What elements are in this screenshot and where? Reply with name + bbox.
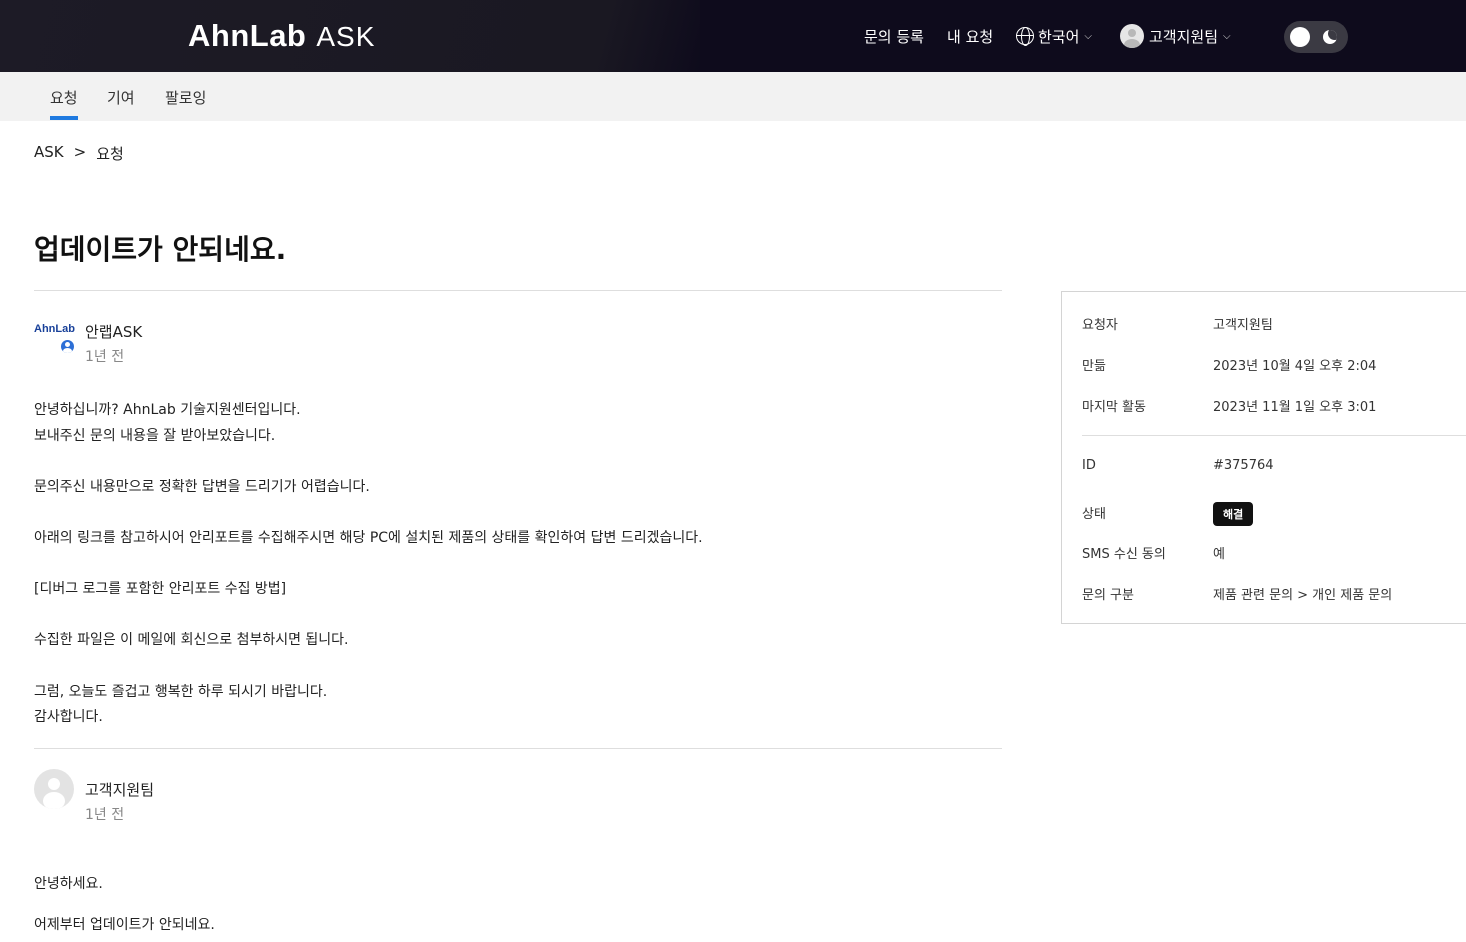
profile-tabs: 요청 기여 팔로잉 (0, 72, 1466, 121)
breadcrumb-separator: > (73, 143, 87, 161)
detail-value: 고객지원팀 (1213, 318, 1273, 333)
comment-text: 문의주신 내용만으로 정확한 답변을 드리기가 어렵습니다. (34, 479, 370, 495)
detail-label: 상태 (1082, 506, 1106, 522)
breadcrumb-current[interactable]: 요청 (96, 143, 124, 164)
page-title: 업데이트가 안되네요. (34, 233, 287, 266)
tab-following[interactable]: 팔로잉 (165, 87, 206, 108)
divider (34, 748, 1002, 749)
comment-text: 보내주신 문의 내용을 잘 받아보았습니다. (34, 428, 276, 444)
comment-text: 그럼, 오늘도 즐겁고 행복한 하루 되시기 바랍니다. (34, 684, 328, 700)
detail-value: 예 (1213, 547, 1225, 562)
moon-icon (1323, 30, 1337, 44)
agent-badge-icon (61, 340, 74, 353)
divider (1082, 435, 1466, 436)
detail-sms-consent: SMS 수신 동의 예 (1082, 543, 1225, 562)
comment-time: 1년 전 (85, 807, 125, 823)
detail-created: 만듦 2023년 10월 4일 오후 2:04 (1082, 355, 1376, 374)
detail-label: 마지막 활동 (1082, 400, 1146, 415)
chevron-down-icon: ⌵ (1223, 30, 1231, 42)
comment-time: 1년 전 (85, 349, 125, 365)
globe-icon (1016, 27, 1034, 46)
language-label: 한국어 (1038, 27, 1080, 46)
user-menu[interactable]: 고객지원팀 ⌵ (1120, 24, 1231, 48)
agent-avatar: AhnLab (34, 323, 75, 335)
submit-request-link[interactable]: 문의 등록 (864, 24, 924, 48)
comment-text: 수집한 파일은 이 메일에 회신으로 첨부하시면 됩니다. (34, 632, 349, 648)
detail-status: 상태 해결 (1082, 498, 1254, 526)
tab-contributions[interactable]: 기여 (107, 87, 135, 108)
detail-value: #375764 (1213, 458, 1274, 473)
detail-label: ID (1082, 458, 1096, 473)
comment-text: 안녕하십니까? AhnLab 기술지원센터입니다. (34, 402, 301, 418)
divider (34, 290, 1002, 291)
detail-label: 문의 구분 (1082, 588, 1134, 603)
site-logo[interactable]: AhnLab ASK (188, 18, 375, 54)
detail-category: 문의 구분 제품 관련 문의 > 개인 제품 문의 (1082, 584, 1392, 603)
user-name: 고객지원팀 (1149, 27, 1219, 46)
user-avatar-icon (1120, 24, 1144, 48)
request-details-panel: 요청자 고객지원팀 만듦 2023년 10월 4일 오후 2:04 마지막 활동… (1061, 291, 1466, 624)
detail-last-activity: 마지막 활동 2023년 11월 1일 오후 3:01 (1082, 396, 1376, 415)
comment-text: 감사합니다. (34, 709, 103, 725)
comment-text: 아래의 링크를 참고하시어 안리포트를 수집해주시면 해당 PC에 설치된 제품… (34, 530, 703, 546)
comment-text: [디버그 로그를 포함한 안리포트 수집 방법] (34, 581, 287, 597)
comment-text: 어제부터 업데이트가 안되네요. (34, 917, 215, 933)
comment-author: 고객지원팀 (85, 781, 155, 799)
user-avatar (34, 769, 74, 809)
detail-value: 제품 관련 문의 > 개인 제품 문의 (1213, 588, 1393, 603)
comment-author: 안랩ASK (85, 323, 143, 341)
logo-sub: ASK (316, 21, 376, 52)
detail-value: 2023년 10월 4일 오후 2:04 (1213, 359, 1377, 374)
sun-icon (1290, 27, 1310, 47)
theme-toggle[interactable] (1284, 21, 1348, 53)
my-requests-link[interactable]: 내 요청 (947, 24, 993, 48)
detail-label: 요청자 (1082, 318, 1118, 333)
detail-label: 만듦 (1082, 359, 1106, 374)
breadcrumb-root[interactable]: ASK (34, 143, 64, 164)
comment-text: 안녕하세요. (34, 876, 103, 892)
logo-brand: AhnLab (188, 18, 307, 53)
breadcrumb: ASK > 요청 (34, 143, 124, 164)
detail-label: SMS 수신 동의 (1082, 547, 1166, 562)
status-badge: 해결 (1213, 502, 1254, 526)
detail-id: ID #375764 (1082, 458, 1274, 473)
chevron-down-icon: ⌵ (1084, 30, 1092, 42)
top-header: AhnLab ASK 문의 등록 내 요청 한국어 ⌵ 고객지원팀 ⌵ (0, 0, 1466, 72)
language-selector[interactable]: 한국어 ⌵ (1016, 24, 1092, 48)
tab-requests[interactable]: 요청 (50, 87, 78, 120)
detail-requester: 요청자 고객지원팀 (1082, 314, 1273, 333)
detail-value: 2023년 11월 1일 오후 3:01 (1213, 400, 1377, 415)
